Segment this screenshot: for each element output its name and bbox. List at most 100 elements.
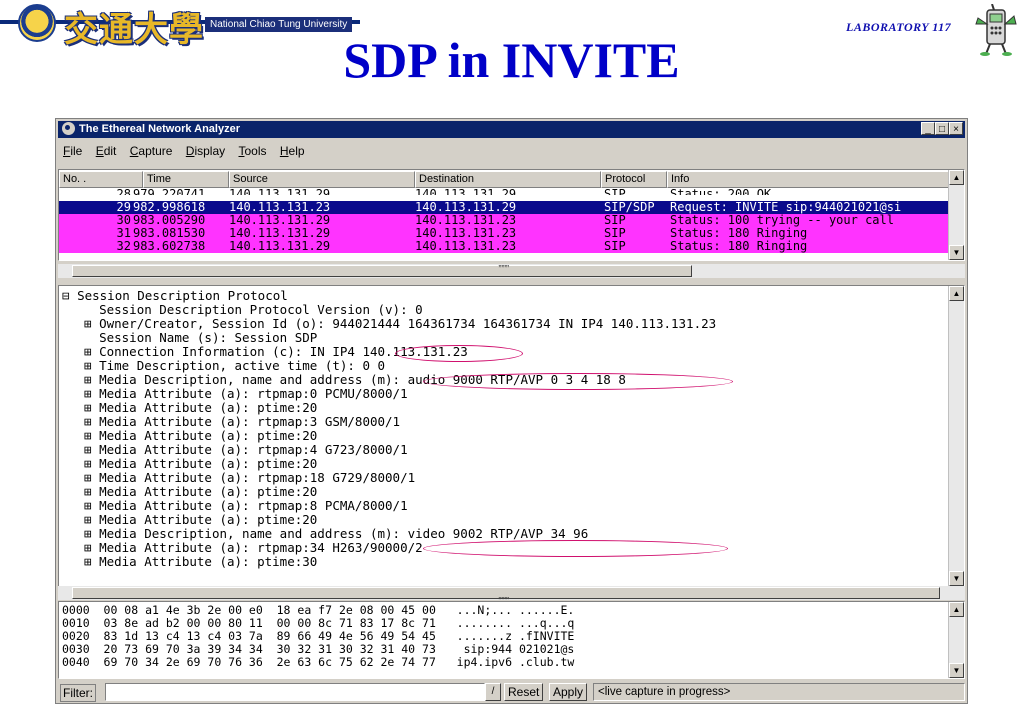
expand-toggle-icon[interactable]: ⊞ (84, 414, 99, 429)
reset-button[interactable]: Reset (504, 683, 544, 701)
detail-tree-item[interactable]: ⊞ Media Description, name and address (m… (84, 527, 588, 541)
filter-label[interactable]: Filter: (60, 684, 96, 702)
expand-toggle-icon[interactable]: ⊞ (84, 540, 99, 555)
scroll-down-icon[interactable]: ▼ (949, 571, 964, 586)
scroll-down-icon[interactable]: ▼ (949, 245, 964, 260)
detail-tree-label: Media Attribute (a): rtpmap:0 PCMU/8000/… (99, 386, 408, 401)
detail-tree-item[interactable]: ⊞ Media Attribute (a): rtpmap:4 G723/800… (84, 443, 408, 457)
scroll-up-icon[interactable]: ▲ (949, 170, 964, 185)
filter-bar: Filter: / Reset Apply <live capture in p… (58, 682, 965, 702)
packet-cell-no: 32 (116, 239, 131, 253)
close-button[interactable]: × (949, 122, 963, 135)
column-header-info[interactable]: Info (667, 171, 953, 188)
detail-tree-label: Owner/Creator, Session Id (o): 944021444… (99, 316, 717, 331)
expand-toggle-icon[interactable]: ⊞ (84, 554, 99, 569)
detail-tree-label: Media Description, name and address (m):… (99, 526, 589, 541)
column-header-protocol[interactable]: Protocol (601, 171, 667, 188)
detail-tree-item[interactable]: ⊞ Time Description, active time (t): 0 0 (84, 359, 385, 373)
expand-toggle-icon[interactable]: ⊞ (84, 344, 99, 359)
column-header-time[interactable]: Time (143, 171, 229, 188)
detail-tree-item[interactable]: ⊞ Media Attribute (a): rtpmap:18 G729/80… (84, 471, 415, 485)
packet-row[interactable]: 28 979.220741 140.113.131.29 140.113.131.29… (59, 188, 953, 195)
ethereal-window: The Ethereal Network Analyzer _ □ × File… (55, 118, 968, 704)
pane-splitter-grip[interactable]: ,,,,,,, (498, 590, 509, 600)
packet-list-hscrollbar[interactable]: ,,,,,,, (58, 258, 965, 278)
detail-tree-item[interactable]: ⊞ Media Attribute (a): ptime:20 (84, 457, 317, 471)
detail-tree-label: Media Attribute (a): ptime:20 (99, 428, 318, 443)
menu-file[interactable]: File (58, 140, 87, 158)
detail-tree-item[interactable]: ⊞ Media Attribute (a): ptime:30 (84, 555, 317, 569)
detail-tree-label: Time Description, active time (t): 0 0 (99, 358, 386, 373)
scroll-up-icon[interactable]: ▲ (949, 286, 964, 301)
capture-status: <live capture in progress> (593, 683, 965, 701)
window-titlebar[interactable]: The Ethereal Network Analyzer _ □ × (58, 121, 965, 138)
minimize-button[interactable]: _ (921, 122, 935, 135)
mascot-phone-icon (975, 4, 1017, 56)
expand-toggle-icon[interactable]: ⊞ (84, 456, 99, 471)
detail-tree-item[interactable]: ⊞ Owner/Creator, Session Id (o): 9440214… (84, 317, 716, 331)
expand-toggle-icon[interactable]: ⊞ (84, 372, 99, 387)
packet-list-scrollbar[interactable]: ▲ ▼ (948, 170, 964, 260)
expand-toggle-icon[interactable]: ⊞ (84, 400, 99, 415)
detail-tree-item[interactable]: Session Name (s): Session SDP (84, 331, 317, 345)
packet-cell-info: Status: 200 OK (670, 188, 772, 195)
scroll-down-icon[interactable]: ▼ (949, 663, 964, 678)
filter-dropdown-icon[interactable]: / (485, 683, 501, 701)
detail-scrollbar[interactable]: ▲ ▼ (948, 286, 964, 586)
packet-cell-time: 979.220741 (133, 188, 206, 195)
menu-display[interactable]: Display (181, 140, 230, 158)
pane-splitter-grip[interactable]: ,,,,,,, (498, 258, 509, 268)
detail-tree-item[interactable]: ⊞ Media Attribute (a): rtpmap:8 PCMA/800… (84, 499, 408, 513)
hex-dump-line: 0030 20 73 69 70 3a 39 34 34 30 32 31 30… (62, 642, 575, 656)
hex-scrollbar[interactable]: ▲ ▼ (948, 602, 964, 678)
expand-toggle-icon[interactable]: ⊞ (84, 386, 99, 401)
expand-toggle-icon[interactable]: ⊞ (84, 316, 99, 331)
expand-toggle-icon[interactable]: ⊞ (84, 498, 99, 513)
detail-tree-item[interactable]: ⊞ Media Attribute (a): ptime:20 (84, 513, 317, 527)
expand-toggle-icon[interactable]: ⊟ (62, 288, 77, 303)
expand-toggle-icon[interactable]: ⊞ (84, 512, 99, 527)
hex-dump-line: 0000 00 08 a1 4e 3b 2e 00 e0 18 ea f7 2e… (62, 603, 575, 617)
expand-toggle-icon[interactable]: ⊞ (84, 428, 99, 443)
detail-tree-item[interactable]: Session Description Protocol Version (v)… (84, 303, 423, 317)
detail-tree-item[interactable]: ⊞ Media Attribute (a): ptime:20 (84, 401, 317, 415)
slide-title: SDP in INVITE (343, 32, 680, 88)
packet-cell-no: 28 (116, 188, 131, 195)
detail-tree-label: Media Attribute (a): ptime:30 (99, 554, 318, 569)
detail-tree-item[interactable]: ⊟ Session Description Protocol (62, 289, 288, 303)
expand-toggle-icon[interactable]: ⊞ (84, 484, 99, 499)
expand-toggle-icon[interactable]: ⊞ (84, 358, 99, 373)
detail-hscrollbar[interactable]: ,,,,,,, (58, 586, 965, 600)
packet-cell-info: Status: 180 Ringing (670, 239, 808, 253)
detail-tree-item[interactable]: ⊞ Media Attribute (a): rtpmap:0 PCMU/800… (84, 387, 408, 401)
expand-toggle-icon[interactable]: ⊞ (84, 442, 99, 457)
filter-input[interactable] (105, 683, 485, 701)
detail-tree-item[interactable]: ⊞ Media Attribute (a): ptime:20 (84, 429, 317, 443)
scroll-up-icon[interactable]: ▲ (949, 602, 964, 617)
column-header-destination[interactable]: Destination (415, 171, 601, 188)
column-header-no[interactable]: No. . (59, 171, 143, 188)
packet-row[interactable]: 32 983.602738 140.113.131.29 140.113.131.23… (59, 240, 953, 253)
detail-tree-label: Media Attribute (a): ptime:20 (99, 400, 318, 415)
menu-help[interactable]: Help (275, 140, 310, 158)
menu-tools[interactable]: Tools (234, 140, 272, 158)
highlight-audio-media (423, 373, 733, 390)
hex-dump-line: 0010 03 8e ad b2 00 00 80 11 00 00 8c 71… (62, 616, 575, 630)
menu-bar: File Edit Capture Display Tools Help (58, 140, 965, 162)
packet-cell-destination: 140.113.131.29 (415, 188, 517, 195)
packet-detail-pane: ⊟ Session Description Protocol Session D… (58, 285, 965, 587)
maximize-button[interactable]: □ (935, 122, 949, 135)
detail-tree-item[interactable]: ⊞ Media Attribute (a): rtpmap:3 GSM/8000… (84, 415, 400, 429)
menu-capture[interactable]: Capture (125, 140, 178, 158)
column-header-source[interactable]: Source (229, 171, 415, 188)
apply-button[interactable]: Apply (549, 683, 588, 701)
detail-tree-label: Media Attribute (a): rtpmap:18 G729/8000… (99, 470, 416, 485)
hscroll-thumb[interactable] (72, 265, 692, 277)
detail-tree-item[interactable]: ⊞ Media Attribute (a): ptime:20 (84, 485, 317, 499)
detail-tree-label: Media Attribute (a): rtpmap:34 H263/9000… (99, 540, 423, 555)
menu-edit[interactable]: Edit (91, 140, 122, 158)
detail-tree-item[interactable]: ⊞ Media Attribute (a): rtpmap:34 H263/90… (84, 541, 423, 555)
expand-toggle-icon[interactable]: ⊞ (84, 526, 99, 541)
expand-toggle-icon[interactable]: ⊞ (84, 470, 99, 485)
